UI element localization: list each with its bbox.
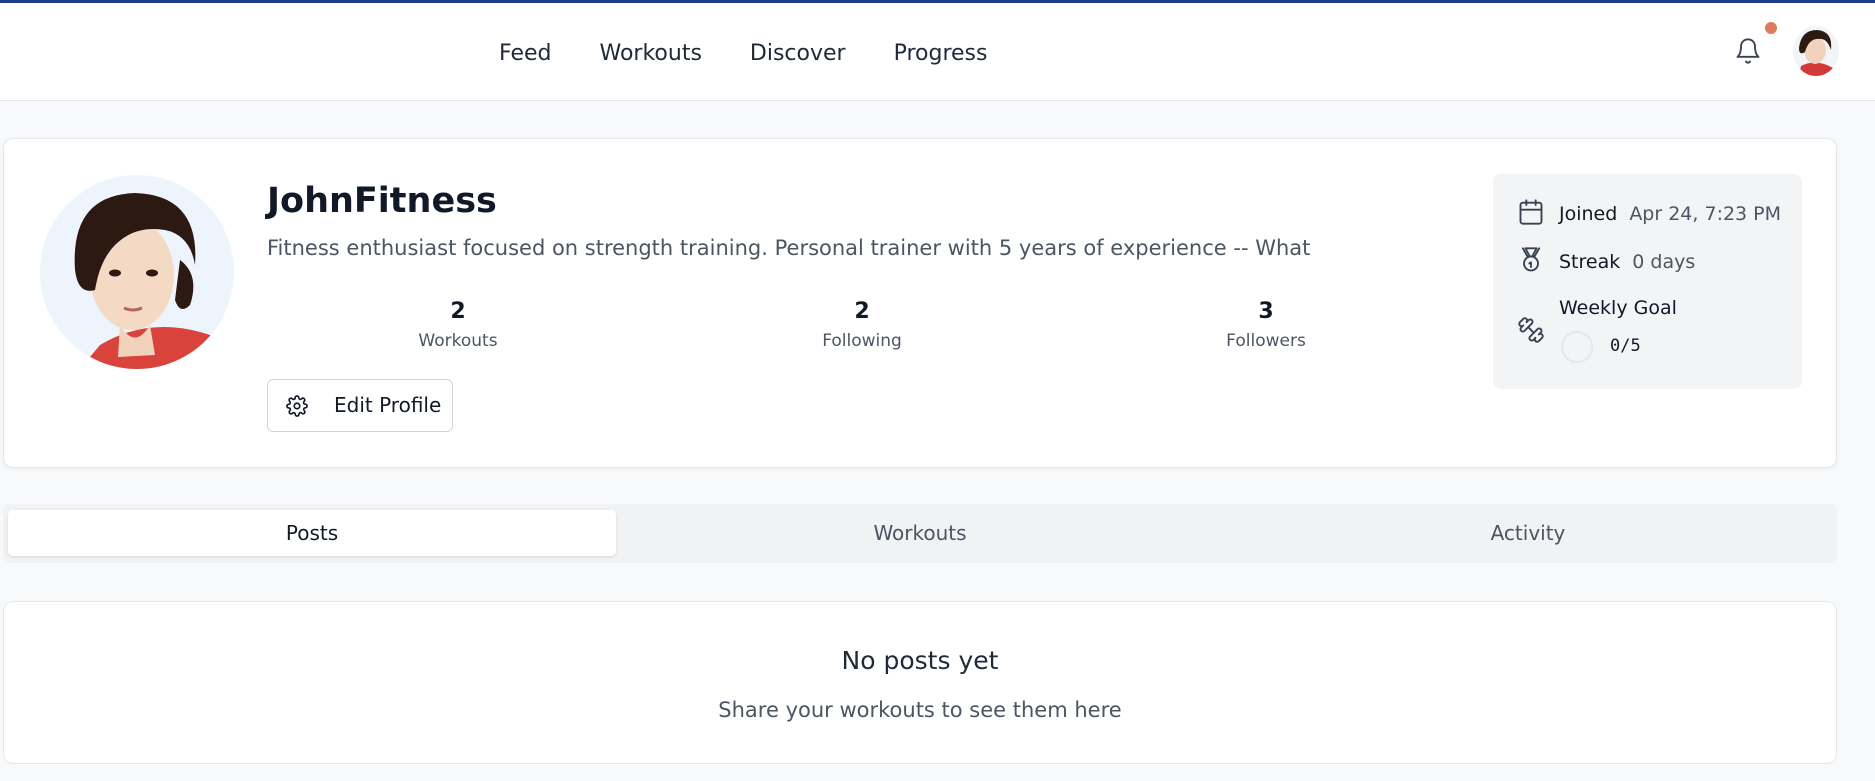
joined-value: Apr 24, 7:23 PM [1629, 203, 1782, 225]
streak-label: Streak [1559, 251, 1621, 273]
tab-activity[interactable]: Activity [1224, 510, 1832, 556]
profile-bio: Fitness enthusiast focused on strength t… [267, 236, 1311, 260]
nav-progress[interactable]: Progress [894, 40, 988, 68]
weekly-goal-label: Weekly Goal [1559, 297, 1677, 319]
joined-row: Joined Apr 24, 7:23 PM [1517, 198, 1781, 230]
stat-workouts-label: Workouts [418, 331, 498, 351]
weekly-goal-row: Weekly Goal [1517, 294, 1677, 348]
nav-links: Feed Workouts Discover Progress [499, 40, 987, 68]
stat-followers-label: Followers [1226, 331, 1306, 351]
top-navbar: Feed Workouts Discover Progress [0, 3, 1875, 101]
gear-icon [286, 395, 308, 417]
stat-followers-value: 3 [1258, 299, 1274, 324]
tab-workouts[interactable]: Workouts [616, 510, 1224, 556]
medal-icon [1517, 246, 1545, 278]
notification-dot [1765, 22, 1777, 34]
tab-posts[interactable]: Posts [8, 510, 616, 556]
profile-username: JohnFitness [267, 181, 497, 221]
streak-value: 0 days [1632, 251, 1696, 273]
stat-following-value: 2 [854, 299, 870, 324]
nav-feed[interactable]: Feed [499, 40, 552, 68]
weekly-goal-progress-ring [1561, 331, 1593, 363]
nav-discover[interactable]: Discover [750, 40, 846, 68]
joined-label: Joined [1559, 203, 1618, 225]
streak-row: Streak 0 days [1517, 246, 1695, 278]
edit-profile-label: Edit Profile [334, 393, 442, 417]
profile-card: JohnFitness Fitness enthusiast focused o… [3, 138, 1837, 468]
stat-following-label: Following [822, 331, 902, 351]
profile-info-box: Joined Apr 24, 7:23 PM Streak 0 days Wee… [1493, 174, 1802, 389]
empty-posts-subtitle: Share your workouts to see them here [718, 698, 1122, 722]
nav-avatar[interactable] [1793, 26, 1839, 76]
stat-following[interactable]: 2 Following [762, 297, 962, 353]
empty-posts-title: No posts yet [841, 646, 999, 675]
dumbbell-icon [1517, 316, 1545, 348]
stat-workouts: 2 Workouts [358, 297, 558, 353]
stat-workouts-value: 2 [450, 299, 466, 324]
profile-tabs: Posts Workouts Activity [3, 504, 1837, 563]
posts-panel: No posts yet Share your workouts to see … [3, 601, 1837, 764]
bell-icon[interactable] [1734, 36, 1762, 66]
nav-workouts[interactable]: Workouts [600, 40, 702, 68]
calendar-icon [1517, 198, 1545, 230]
stat-followers[interactable]: 3 Followers [1166, 297, 1366, 353]
weekly-goal-value: 0/5 [1610, 336, 1641, 356]
edit-profile-button[interactable]: Edit Profile [267, 379, 453, 432]
profile-avatar [40, 175, 234, 369]
